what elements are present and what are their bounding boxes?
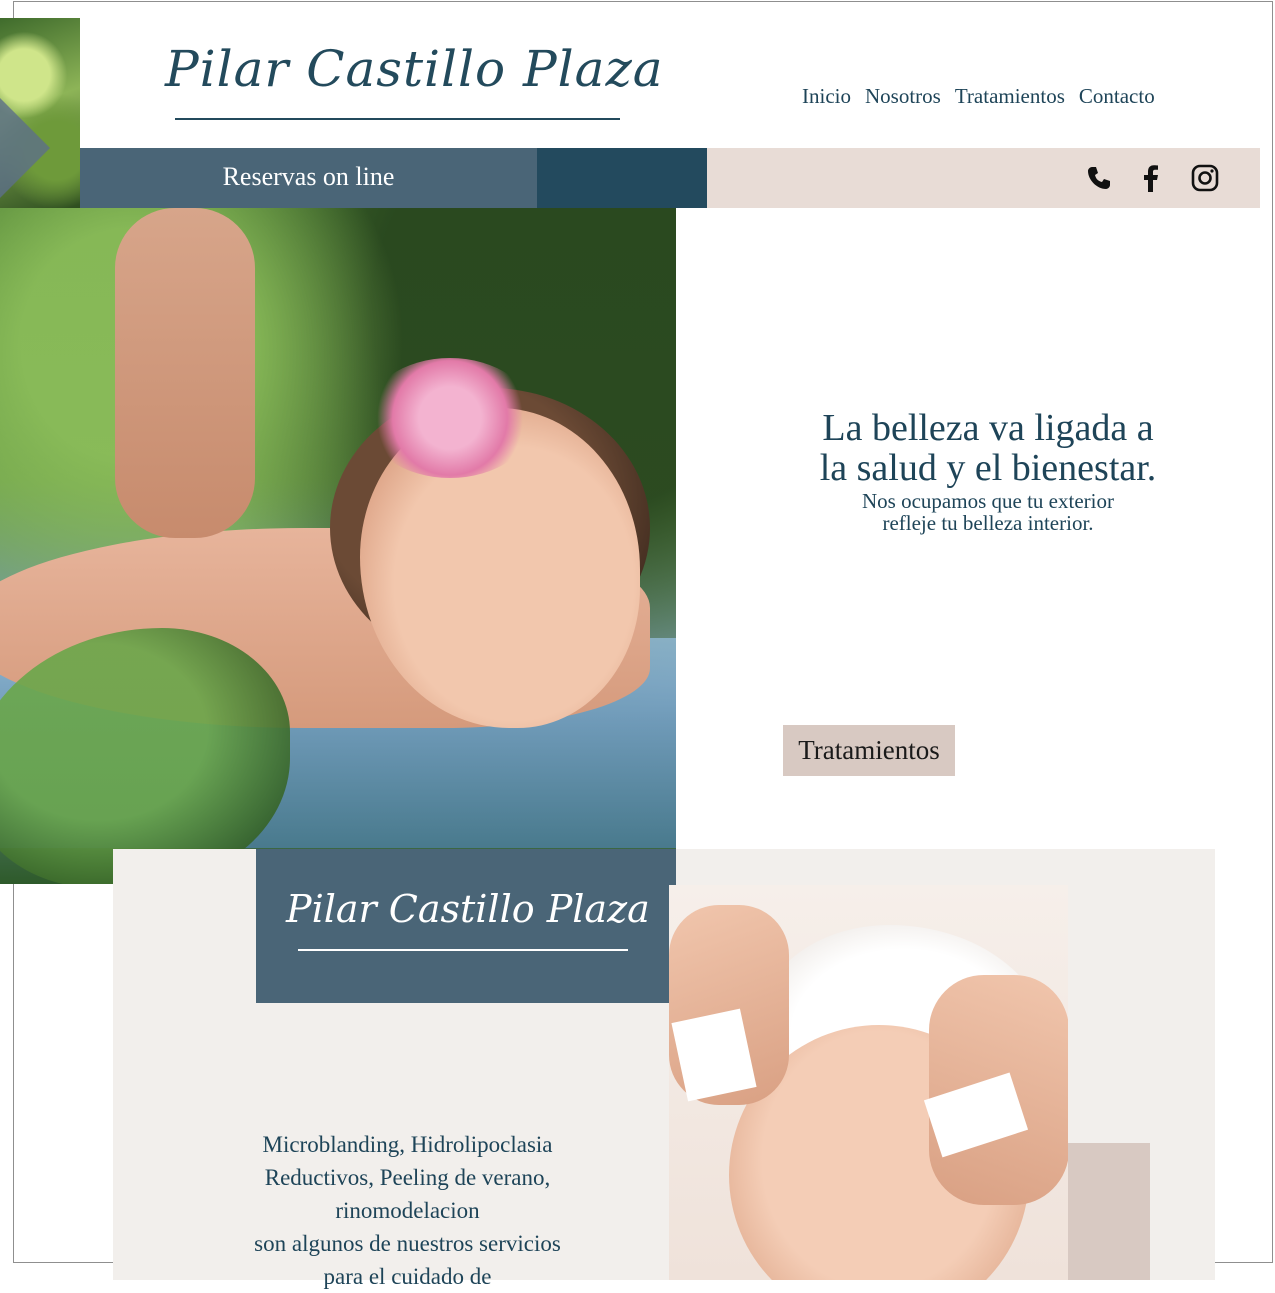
accent-block [1068,1143,1150,1280]
nav-item-contacto[interactable]: Contacto [1079,84,1155,109]
services-line: Reductivos, Peeling de verano, [264,1165,551,1190]
phone-icon[interactable] [1083,162,1115,194]
instagram-icon[interactable] [1189,162,1221,194]
services-line: para el cuidado de [323,1264,492,1289]
tagline-line-1: La belleza va ligada a [822,407,1154,449]
logo[interactable]: Pilar Castillo Plaza [165,40,663,120]
services-text: Microblanding, Hidrolipoclasia Reductivo… [230,1128,585,1293]
services-line: Microblanding, Hidrolipoclasia [262,1132,553,1157]
tratamientos-button[interactable]: Tratamientos [783,725,955,776]
hero-tagline: La belleza va ligada a la salud y el bie… [778,408,1198,488]
section-logo-underline [298,949,628,951]
bar-accent [537,148,707,208]
booking-bar[interactable]: Reservas on line [80,148,537,208]
services-line: son algunos de nuestros servicios [254,1231,561,1256]
social-bar [707,148,1260,208]
section-logo-box: Pilar Castillo Plaza [256,849,676,1003]
tagline-line-2: la salud y el bienestar. [819,447,1157,489]
header: Pilar Castillo Plaza Inicio Nosotros Tra… [80,18,1260,148]
subline-line-1: Nos ocupamos que tu exterior [862,489,1114,513]
main-nav: Inicio Nosotros Tratamientos Contacto [802,84,1155,109]
facebook-icon[interactable] [1135,162,1167,194]
nav-item-nosotros[interactable]: Nosotros [865,84,941,109]
decorative-image [0,18,80,208]
booking-link[interactable]: Reservas on line [80,162,537,192]
logo-underline [175,118,620,120]
facial-treatment-photo [669,885,1068,1280]
hero-massage-photo [0,208,676,884]
nav-item-tratamientos[interactable]: Tratamientos [955,84,1065,109]
services-line: rinomodelacion [335,1198,480,1223]
subline-line-2: refleje tu belleza interior. [882,511,1094,535]
hero-subline: Nos ocupamos que tu exterior refleje tu … [778,490,1198,534]
nav-item-inicio[interactable]: Inicio [802,84,851,109]
section-logo: Pilar Castillo Plaza [286,887,650,931]
